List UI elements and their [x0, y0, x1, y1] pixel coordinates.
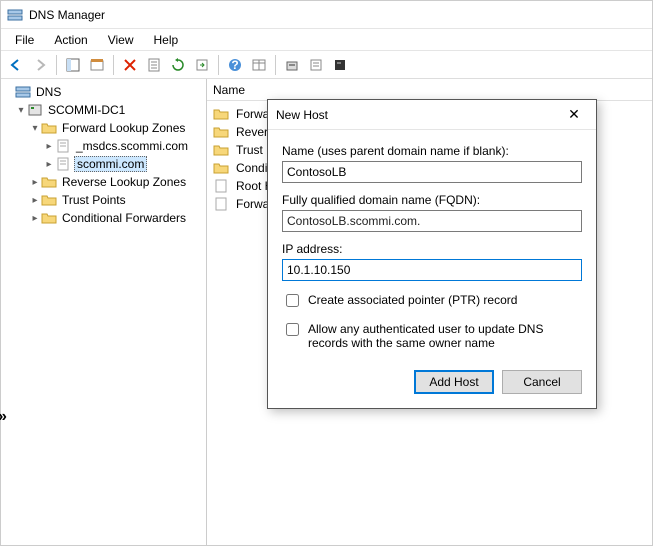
new-window-button[interactable] — [86, 54, 108, 76]
filter-button[interactable] — [248, 54, 270, 76]
folder-icon — [213, 124, 229, 140]
add-server-button[interactable] — [281, 54, 303, 76]
dialog-titlebar[interactable]: New Host ✕ — [268, 100, 596, 130]
folder-icon — [213, 160, 229, 176]
svg-text:?: ? — [231, 58, 238, 72]
folder-icon — [41, 192, 57, 208]
zone-icon — [55, 156, 71, 172]
toolbar-separator — [56, 55, 57, 75]
tree-label: scommi.com — [74, 156, 147, 172]
tree-zone-scommi[interactable]: ▸ scommi.com — [3, 155, 204, 173]
menubar: File Action View Help — [1, 29, 652, 51]
toolbar-separator — [218, 55, 219, 75]
ptr-checkbox-row[interactable]: Create associated pointer (PTR) record — [282, 293, 582, 310]
tree-zone-msdcs[interactable]: ▸ _msdcs.scommi.com — [3, 137, 204, 155]
ip-address-input[interactable] — [282, 259, 582, 281]
folder-icon — [41, 210, 57, 226]
ip-label: IP address: — [282, 242, 582, 256]
page-icon — [213, 178, 229, 194]
new-host-dialog: New Host ✕ Name (uses parent domain name… — [267, 99, 597, 409]
menu-file[interactable]: File — [5, 31, 44, 49]
name-label: Name (uses parent domain name if blank): — [282, 144, 582, 158]
folder-icon — [213, 106, 229, 122]
folder-icon — [41, 120, 57, 136]
tree-trust-points[interactable]: ▸ Trust Points — [3, 191, 204, 209]
launch-nslookup-button[interactable] — [329, 54, 351, 76]
dialog-body: Name (uses parent domain name if blank):… — [268, 130, 596, 360]
tree-label: DNS — [34, 85, 63, 99]
titlebar: DNS Manager — [1, 1, 652, 29]
dialog-title: New Host — [276, 108, 328, 122]
toolbar-separator — [113, 55, 114, 75]
dns-app-icon — [7, 7, 23, 23]
add-host-button[interactable]: Add Host — [414, 370, 494, 394]
chevron-down-icon[interactable]: ▾ — [29, 123, 41, 134]
folder-icon — [41, 174, 57, 190]
tree-forward-lookup-zones[interactable]: ▾ Forward Lookup Zones — [3, 119, 204, 137]
chevron-right-icon[interactable]: ▸ — [43, 159, 55, 170]
menu-help[interactable]: Help — [144, 31, 189, 49]
dialog-buttons: Add Host Cancel — [268, 360, 596, 408]
list-pane: Name Forward L Reverse L Trust Poi Condi… — [207, 79, 652, 545]
new-zone-button[interactable] — [305, 54, 327, 76]
fqdn-input — [282, 210, 582, 232]
tree-label: SCOMMI-DC1 — [46, 103, 127, 117]
dns-root-icon — [15, 84, 31, 100]
close-button[interactable]: ✕ — [560, 106, 588, 123]
tree-reverse-lookup-zones[interactable]: ▸ Reverse Lookup Zones — [3, 173, 204, 191]
menu-action[interactable]: Action — [44, 31, 97, 49]
tree-label: Trust Points — [60, 193, 128, 207]
help-button[interactable]: ? — [224, 54, 246, 76]
chevron-right-icon[interactable]: ▸ — [43, 141, 55, 152]
ptr-checkbox-label: Create associated pointer (PTR) record — [308, 293, 517, 307]
auth-update-checkbox-row[interactable]: Allow any authenticated user to update D… — [282, 322, 582, 350]
auth-update-checkbox[interactable] — [286, 323, 299, 336]
tree-conditional-forwarders[interactable]: ▸ Conditional Forwarders — [3, 209, 204, 227]
name-input[interactable] — [282, 161, 582, 183]
chevron-right-icon[interactable]: ▸ — [29, 195, 41, 206]
main-split: DNS ▾ SCOMMI-DC1 ▾ Forward Lookup Zones … — [1, 79, 652, 545]
tree-label: Conditional Forwarders — [60, 211, 188, 225]
menu-view[interactable]: View — [98, 31, 144, 49]
column-header-name[interactable]: Name — [207, 79, 652, 101]
chevron-down-icon[interactable]: ▾ — [15, 105, 27, 116]
tree-server[interactable]: ▾ SCOMMI-DC1 — [3, 101, 204, 119]
auth-update-checkbox-label: Allow any authenticated user to update D… — [308, 322, 582, 350]
forward-button[interactable] — [29, 54, 51, 76]
tree-dns-root[interactable]: DNS — [3, 83, 204, 101]
zone-icon — [55, 138, 71, 154]
cancel-button[interactable]: Cancel — [502, 370, 582, 394]
folder-icon — [213, 142, 229, 158]
chevron-right-icon[interactable]: ▸ — [29, 177, 41, 188]
tree-label: Forward Lookup Zones — [60, 121, 187, 135]
tree-label: _msdcs.scommi.com — [74, 139, 190, 153]
toolbar-separator — [275, 55, 276, 75]
tree-pane: DNS ▾ SCOMMI-DC1 ▾ Forward Lookup Zones … — [1, 79, 207, 545]
page-icon — [213, 196, 229, 212]
properties-button[interactable] — [143, 54, 165, 76]
back-button[interactable] — [5, 54, 27, 76]
show-hide-tree-button[interactable] — [62, 54, 84, 76]
export-button[interactable] — [191, 54, 213, 76]
ptr-checkbox[interactable] — [286, 294, 299, 307]
tree-label: Reverse Lookup Zones — [60, 175, 188, 189]
server-icon — [27, 102, 43, 118]
delete-button[interactable] — [119, 54, 141, 76]
chevron-right-icon[interactable]: ▸ — [29, 213, 41, 224]
window-title: DNS Manager — [29, 8, 105, 22]
refresh-button[interactable] — [167, 54, 189, 76]
toolbar: ? — [1, 51, 652, 79]
fqdn-label: Fully qualified domain name (FQDN): — [282, 193, 582, 207]
